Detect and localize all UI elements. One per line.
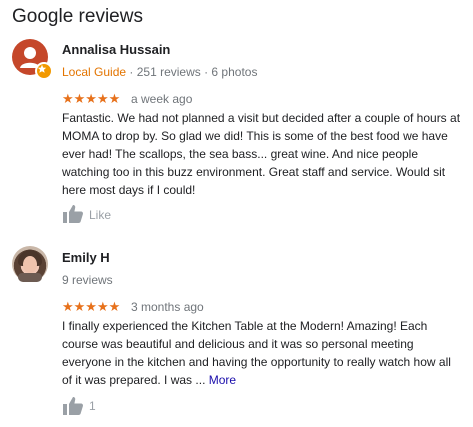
like-button[interactable]: Like [89, 208, 111, 222]
star-rating: ★★★★★ [62, 91, 121, 106]
avatar[interactable] [12, 39, 53, 80]
avatar-shirt [18, 273, 42, 282]
author-name[interactable]: Annalisa Hussain [62, 42, 170, 57]
review-text: Fantastic. We had not planned a visit bu… [62, 111, 461, 197]
author-stats: 9 reviews [62, 273, 113, 287]
author-stats: 251 reviews · 6 photos [136, 65, 258, 79]
avatar-face [23, 256, 37, 273]
local-guide-badge-icon [35, 62, 53, 80]
meta-separator: · [126, 65, 137, 79]
author-meta: Local Guide · 251 reviews · 6 photos [62, 65, 257, 79]
review-text-body: I finally experienced the Kitchen Table … [62, 319, 451, 387]
review-time-text: 3 months ago [131, 300, 204, 314]
local-guide-label: Local Guide [62, 65, 127, 79]
review-time: a week ago [131, 92, 193, 106]
star-rating: ★★★★★ [62, 299, 121, 314]
thumbs-up-icon[interactable] [62, 396, 84, 416]
section-title: Google reviews [12, 6, 143, 27]
more-link[interactable]: More [209, 373, 236, 387]
like-count[interactable]: 1 [89, 399, 96, 413]
author-name[interactable]: Emily H [62, 250, 110, 265]
review-text: I finally experienced the Kitchen Table … [62, 317, 462, 389]
avatar[interactable] [12, 246, 48, 282]
thumbs-up-icon[interactable] [62, 204, 84, 224]
review-time: 3 months ago [131, 300, 204, 314]
